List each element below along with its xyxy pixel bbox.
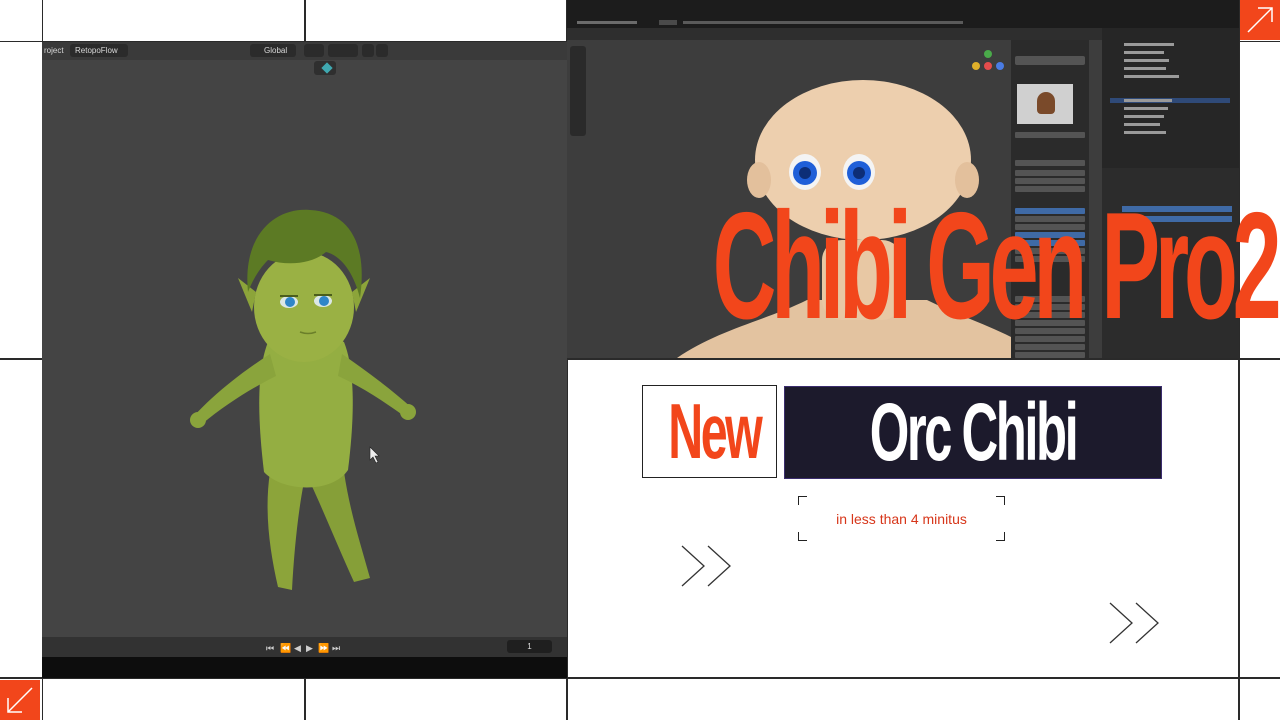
double-chevron-icon xyxy=(681,545,731,587)
jump-start-button[interactable]: ⏮ xyxy=(266,643,274,654)
orc-chibi-label: Orc Chibi xyxy=(869,387,1079,478)
orc-leg-left xyxy=(267,472,304,590)
timeline-bar: ⏮ ⏪ ◀ ▶ ⏩ ⏭ 1 xyxy=(42,637,567,657)
keyframe-next-button[interactable]: ⏩ xyxy=(318,643,329,654)
subtitle-text: in less than 4 minitus xyxy=(836,511,967,527)
status-bar xyxy=(42,657,567,678)
mouse-cursor-icon xyxy=(369,446,380,464)
orc-leg-right xyxy=(310,472,370,582)
play-reverse-button[interactable]: ◀ xyxy=(294,643,301,654)
new-badge-label: New xyxy=(668,387,762,475)
orc-ear-left xyxy=(238,278,256,312)
current-frame-field[interactable]: 1 xyxy=(507,640,552,653)
keyframe-prev-button[interactable]: ⏪ xyxy=(280,643,291,654)
corner-accent-top-right xyxy=(1240,0,1280,40)
double-chevron-icon xyxy=(1109,602,1159,644)
new-badge: New xyxy=(642,385,777,478)
orc-head xyxy=(254,252,354,362)
arrow-up-right-icon xyxy=(1247,7,1273,33)
subtitle-box: in less than 4 minitus xyxy=(798,496,1005,541)
orc-chibi-model xyxy=(190,209,416,590)
play-button[interactable]: ▶ xyxy=(306,643,313,654)
main-title: Chibi Gen Pro2 xyxy=(712,181,1280,351)
orc-viewport[interactable]: roject RetopoFlow Global ⏮ ⏪ ◀ ▶ ⏩ ⏭ 1 xyxy=(42,42,567,678)
arrow-down-left-icon xyxy=(7,687,33,713)
hair-preset-thumbnail[interactable] xyxy=(1017,84,1073,124)
corner-accent-bottom-left xyxy=(0,680,40,720)
orc-chibi-badge: Orc Chibi xyxy=(784,386,1162,479)
jump-end-button[interactable]: ⏭ xyxy=(332,643,340,654)
generate-button[interactable] xyxy=(1015,56,1085,65)
